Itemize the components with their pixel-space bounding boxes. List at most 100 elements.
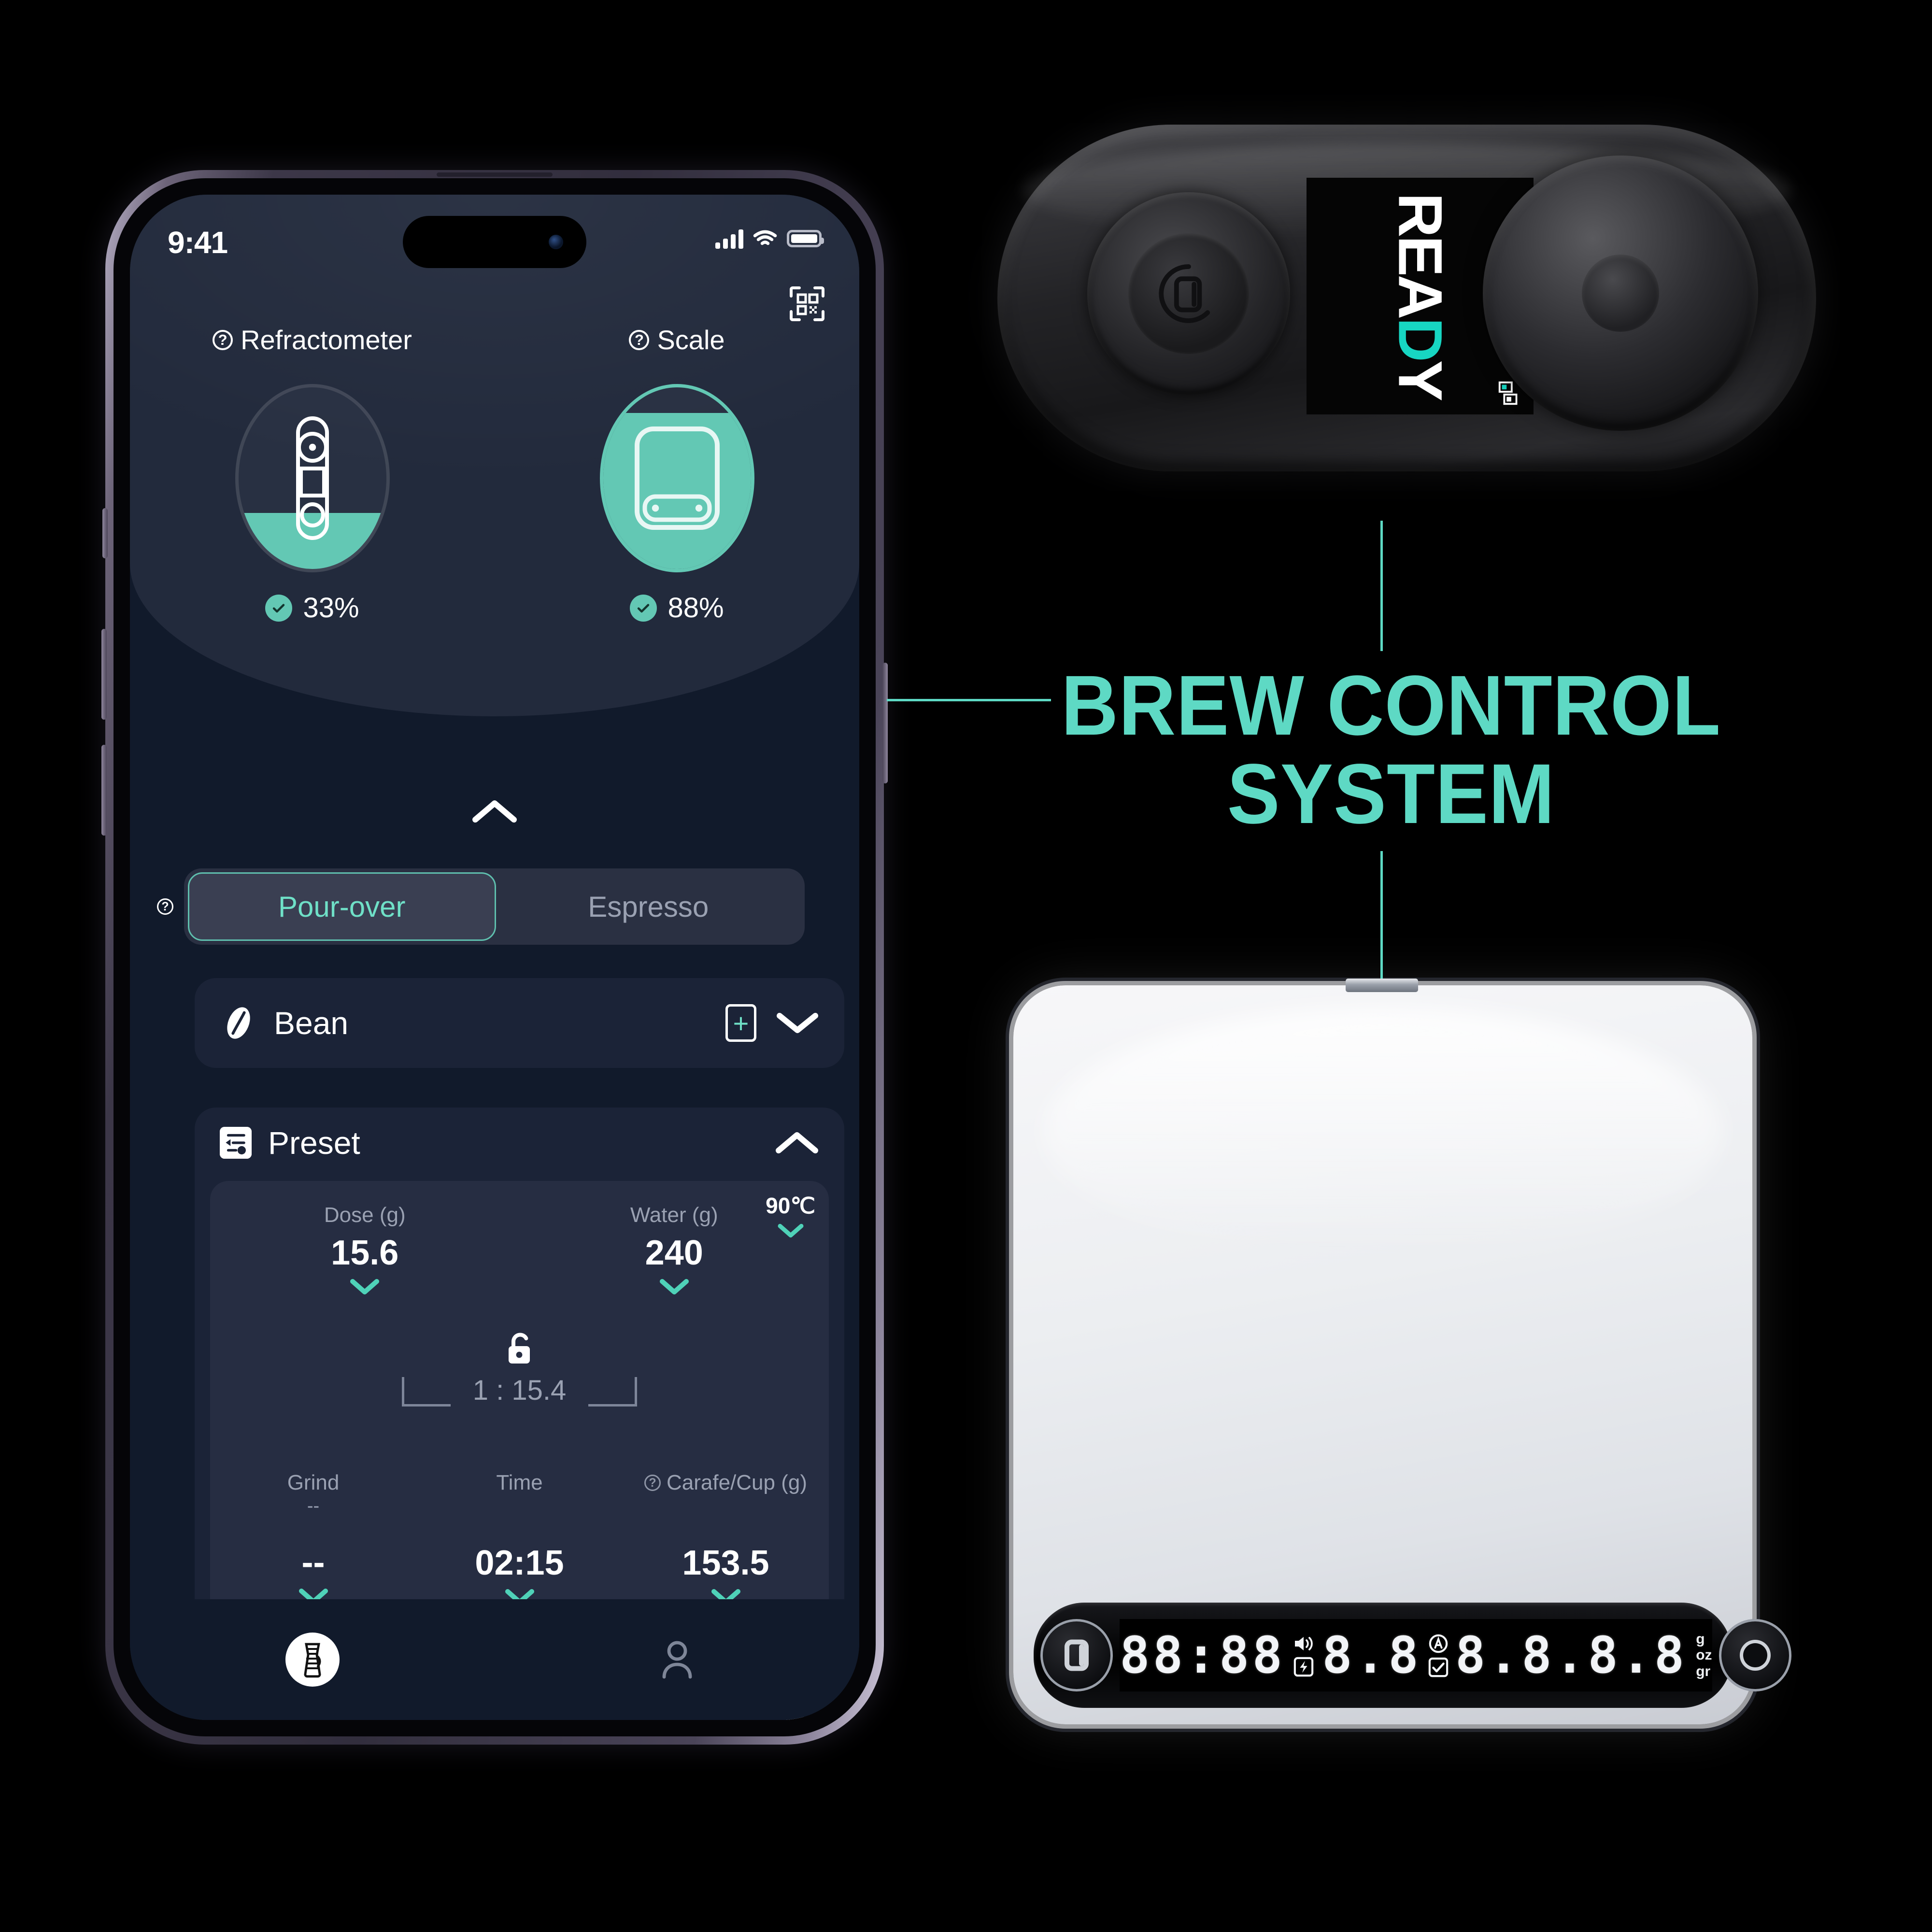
scale-control-bar: 88:88 8.8 8.8.8.8 g oz gr xyxy=(1034,1603,1791,1708)
title-line-1: BREW CONTROL xyxy=(1061,658,1721,753)
ratio-row: 1 : 15.4 xyxy=(210,1374,829,1406)
status-icons xyxy=(715,228,824,249)
bean-card-header: Bean + xyxy=(195,978,844,1068)
volume-down-button[interactable] xyxy=(101,745,107,836)
scale-device: 88:88 8.8 8.8.8.8 g oz gr xyxy=(1013,985,1791,1724)
person-icon xyxy=(662,1641,692,1679)
preset-row-bottom: Grind -- -- Time 02:15 ? Carafe/Cup (g) … xyxy=(210,1471,829,1605)
time-field[interactable]: Time 02:15 xyxy=(416,1471,623,1605)
add-card-icon[interactable]: + xyxy=(725,1004,756,1042)
help-icon[interactable]: ? xyxy=(157,898,173,915)
lcd-main-value: 8.8.8.8 xyxy=(1455,1626,1688,1685)
carafe-value: 153.5 xyxy=(682,1544,769,1582)
refractometer-device: READY xyxy=(997,125,1816,471)
battery-percent: 88% xyxy=(668,592,724,624)
device-gauges-row: 33% 88% xyxy=(130,384,859,624)
tab-espresso[interactable]: Espresso xyxy=(496,872,801,941)
phone-screen: 9:41 ? Refractometer ? Scale 33% 88% ? P… xyxy=(130,195,859,1720)
device-gauge-refractometer[interactable]: 33% xyxy=(130,384,495,624)
grind-label: Grind xyxy=(287,1471,340,1494)
device-name: Scale xyxy=(657,325,725,355)
sliders-icon xyxy=(220,1127,252,1159)
brew-mode-row: ? Pour-over Espresso xyxy=(130,868,859,945)
scale-lcd-display: 88:88 8.8 8.8.8.8 g oz gr xyxy=(1120,1619,1712,1691)
device-name: Refractometer xyxy=(241,325,412,355)
preset-label: Preset xyxy=(268,1125,360,1161)
qr-scan-icon[interactable] xyxy=(790,286,824,321)
connector-line-scale xyxy=(1380,851,1383,985)
refractometer-knob[interactable] xyxy=(1483,156,1758,431)
tab-pour-over[interactable]: Pour-over xyxy=(188,872,496,941)
nav-profile-tab[interactable] xyxy=(495,1599,859,1720)
refractometer-display-text: READY xyxy=(1385,192,1455,400)
battery-status: 33% xyxy=(265,592,359,624)
chevron-down-icon[interactable] xyxy=(776,1011,819,1035)
refractometer-power-button[interactable] xyxy=(1087,192,1290,395)
bottom-nav xyxy=(130,1599,859,1720)
battery-icon xyxy=(787,230,824,247)
battery-gauge xyxy=(599,384,754,572)
volume-up-button[interactable] xyxy=(101,629,107,720)
bracket-right xyxy=(588,1377,638,1406)
chevron-down-icon[interactable] xyxy=(350,1279,380,1295)
unit-g: g xyxy=(1696,1631,1705,1647)
power-logo-icon xyxy=(1159,264,1210,323)
help-icon[interactable]: ? xyxy=(629,329,650,350)
time-value: 02:15 xyxy=(475,1544,564,1582)
highlight-letter: D xyxy=(1385,317,1455,360)
mute-switch[interactable] xyxy=(102,508,108,558)
water-value: 240 xyxy=(645,1234,703,1272)
lightning-icon xyxy=(1293,1657,1314,1676)
grind-value: -- xyxy=(301,1543,325,1582)
preset-card: Preset Dose (g) 15.6 Water (g) 240 90℃ 1… xyxy=(195,1108,844,1664)
temperature-field[interactable]: 90℃ xyxy=(766,1193,815,1238)
help-icon[interactable]: ? xyxy=(213,329,233,350)
power-button-icon[interactable] xyxy=(1719,1619,1791,1691)
brand-logo-icon[interactable] xyxy=(1040,1619,1113,1691)
chevron-down-icon[interactable] xyxy=(777,1223,804,1238)
bean-card[interactable]: Bean + xyxy=(195,978,844,1068)
carafe-field[interactable]: ? Carafe/Cup (g) 153.5 xyxy=(623,1471,829,1605)
device-gauge-scale[interactable]: 88% xyxy=(495,384,859,624)
scale-icon xyxy=(603,387,751,569)
power-button[interactable] xyxy=(882,663,888,783)
phone-device: 9:41 ? Refractometer ? Scale 33% 88% ? P… xyxy=(101,170,888,1745)
preset-card-header[interactable]: Preset xyxy=(195,1108,844,1178)
battery-percent: 33% xyxy=(303,592,359,624)
ratio-value: 1 : 15.4 xyxy=(472,1375,567,1406)
preset-values-panel: Dose (g) 15.6 Water (g) 240 90℃ 1: 15.4… xyxy=(210,1181,829,1650)
battery-status: 88% xyxy=(630,592,724,624)
preset-row-top: Dose (g) 15.6 Water (g) 240 xyxy=(210,1203,829,1295)
dynamic-island xyxy=(403,216,586,268)
water-label: Water (g) xyxy=(630,1203,718,1227)
dose-field[interactable]: Dose (g) 15.6 xyxy=(210,1203,520,1295)
nav-brew-tab[interactable] xyxy=(130,1599,495,1720)
coffee-bean-icon xyxy=(227,1007,250,1039)
cellular-signal-icon xyxy=(715,228,743,249)
device-label-scale: ? Scale xyxy=(495,324,859,355)
poster-title: BREW CONTROL SYSTEM xyxy=(1056,658,1726,838)
device-label-refractometer: ? Refractometer xyxy=(130,324,495,355)
wifi-icon xyxy=(753,230,777,245)
battery-gauge xyxy=(235,384,390,572)
bracket-left xyxy=(401,1377,451,1406)
help-icon[interactable]: ? xyxy=(644,1475,661,1491)
connector-line-refractometer xyxy=(1380,521,1383,651)
poster-canvas: 9:41 ? Refractometer ? Scale 33% 88% ? P… xyxy=(0,0,1932,1932)
unit-oz: oz xyxy=(1696,1647,1712,1663)
pour-over-brewer-icon xyxy=(285,1633,340,1687)
unlock-icon[interactable] xyxy=(505,1331,535,1366)
chevron-up-icon[interactable] xyxy=(775,1130,819,1155)
check-icon xyxy=(265,594,293,622)
lcd-indicators-mid xyxy=(1428,1634,1449,1677)
ratio-block: 1 : 15.4 xyxy=(210,1331,829,1406)
lcd-units: g oz gr xyxy=(1696,1631,1712,1680)
temperature-value: 90℃ xyxy=(766,1193,815,1218)
dose-label: Dose (g) xyxy=(324,1203,406,1227)
lcd-indicators-left xyxy=(1292,1634,1315,1677)
connector-line-phone xyxy=(887,699,1051,701)
refractometer-icon xyxy=(239,387,386,569)
chevron-up-icon[interactable] xyxy=(471,798,518,824)
chevron-down-icon[interactable] xyxy=(659,1279,689,1295)
grind-field[interactable]: Grind -- -- xyxy=(210,1471,416,1605)
